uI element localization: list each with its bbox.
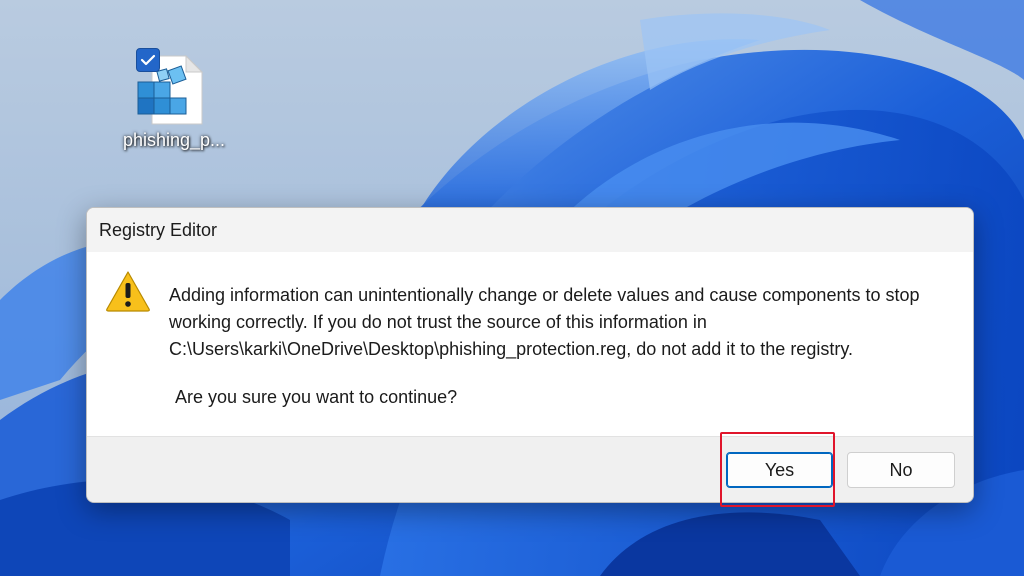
checkmark-icon	[140, 54, 156, 66]
dialog-titlebar[interactable]: Registry Editor	[87, 208, 973, 252]
yes-button-highlight-box	[720, 432, 835, 507]
desktop-file-label: phishing_p...	[122, 130, 226, 150]
selection-checkbox[interactable]	[136, 48, 160, 72]
dialog-question: Are you sure you want to continue?	[175, 387, 458, 407]
dialog-button-bar: Yes No	[87, 436, 973, 502]
warning-icon	[106, 271, 150, 312]
desktop: phishing_p... Registry Editor Adding inf…	[0, 0, 1024, 576]
registry-editor-dialog: Registry Editor Adding information can u…	[86, 207, 974, 503]
no-button[interactable]: No	[847, 452, 955, 488]
dialog-content: Adding information can unintentionally c…	[87, 252, 973, 436]
dialog-message: Adding information can unintentionally c…	[169, 285, 920, 359]
dialog-title: Registry Editor	[99, 219, 218, 240]
desktop-file-icon[interactable]: phishing_p...	[112, 44, 236, 162]
